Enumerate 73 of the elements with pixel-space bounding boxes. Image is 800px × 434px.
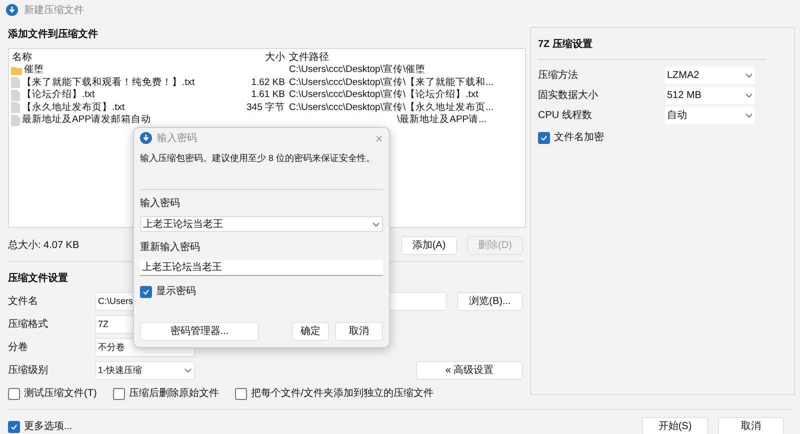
chevron-down-icon [372, 222, 380, 227]
document-icon [11, 90, 20, 101]
password-combobox[interactable]: 上老王论坛当老王 [140, 216, 383, 232]
check-icon [540, 134, 548, 142]
checkbox-label: 显示密码 [156, 284, 196, 300]
chevron-down-icon [745, 92, 753, 98]
dialog-message: 输入压缩包密码。建议使用至少 8 位的密码来保证安全性。 [140, 152, 375, 165]
cancel-button[interactable]: 取消 [335, 322, 383, 341]
checkbox[interactable] [538, 132, 550, 144]
checkbox[interactable] [140, 286, 152, 298]
password-manager-button[interactable]: 密码管理器... [140, 322, 259, 341]
dropdown[interactable]: 自动 [665, 106, 755, 124]
panel-heading: 7Z 压缩设置 [538, 37, 766, 60]
document-icon [11, 102, 20, 114]
chevron-down-icon [745, 112, 753, 118]
field-label: 压缩级别 [8, 364, 49, 378]
field-label: 重新输入密码 [140, 240, 200, 256]
column-header[interactable]: 名称 [9, 50, 239, 65]
field-label: 分卷 [8, 341, 29, 355]
chevron-down-icon [184, 368, 192, 373]
checkbox[interactable] [234, 388, 247, 400]
advanced-settings-button[interactable]: « 高级设置 [416, 361, 523, 380]
field-label: 输入密码 [140, 196, 180, 212]
field-label: 固实数据大小 [538, 88, 599, 102]
document-icon [11, 114, 20, 126]
field-label: 压缩方法 [538, 68, 579, 82]
field-label: CPU 线程数 [538, 108, 593, 122]
section-heading: 添加文件到压缩文件 [8, 28, 98, 42]
app-logo-icon [6, 4, 18, 16]
file-path: C:\Users\ccc\Desktop\宣传\催堕 [289, 63, 426, 77]
file-path: C:\Users\ccc\Desktop\宣传\【来了就能下载和... [289, 76, 494, 89]
column-header[interactable]: 文件路径 [285, 50, 329, 65]
checkbox-label: 更多选项... [24, 420, 72, 434]
field-label: 压缩格式 [8, 318, 49, 332]
cancel-button[interactable]: 取消 [718, 417, 784, 434]
file-size: 1.62 KB [250, 76, 285, 90]
app-logo-icon [140, 132, 152, 144]
input-field[interactable]: 上老王论坛当老王 [140, 260, 383, 276]
checkbox[interactable] [112, 388, 125, 400]
window-title: 新建压缩文件 [24, 4, 84, 18]
document-icon [11, 77, 20, 88]
start-button[interactable]: 开始(S) [642, 417, 708, 434]
file-path: \最新地址及APP请... [397, 113, 487, 128]
browse-button[interactable]: 浏览(B)... [457, 292, 523, 311]
add-button[interactable]: 添加(A) [401, 236, 457, 254]
checkbox[interactable] [8, 420, 20, 432]
dropdown[interactable]: 512 MB [665, 86, 755, 104]
file-path: C:\Users\ccc\Desktop\宣传\【论坛介绍】.txt [289, 88, 478, 102]
file-path: C:\Users\ccc\Desktop\宣传\【永久地址发布页... [289, 100, 494, 114]
column-header[interactable]: 大小 [239, 50, 285, 65]
dialog-title: 输入密码 [157, 132, 197, 146]
file-name: 【论坛介绍】.txt [22, 88, 95, 102]
folder-icon [11, 66, 22, 75]
file-size: 345 字节 [246, 100, 285, 115]
section-heading: 压缩文件设置 [8, 272, 68, 286]
dropdown[interactable]: 1-快速压缩 [95, 361, 195, 380]
total-size: 总大小: 4.07 KB [8, 238, 80, 252]
chevron-down-icon [745, 72, 753, 78]
file-name: 【来了就能下载和观看！纯免费！】.txt [22, 76, 195, 89]
check-icon [10, 422, 18, 430]
file-name: 【永久地址发布页】.txt [22, 100, 125, 114]
checkbox-label: 把每个文件/文件夹添加到独立的压缩文件 [250, 386, 434, 401]
file-name: 最新地址及APP请发邮箱自动 [22, 113, 152, 128]
checkbox-label: 文件名加密 [554, 130, 604, 145]
file-size: 1.61 KB [250, 88, 285, 102]
checkbox-label: 测试压缩文件(T) [24, 386, 97, 401]
checkbox-label: 压缩后删除原始文件 [128, 386, 219, 401]
ok-button[interactable]: 确定 [292, 322, 329, 341]
file-name: 催堕 [24, 63, 44, 77]
check-icon [142, 288, 150, 296]
dropdown[interactable]: LZMA2 [665, 66, 755, 84]
checkbox[interactable] [8, 388, 20, 400]
field-label: 文件名 [8, 294, 39, 309]
